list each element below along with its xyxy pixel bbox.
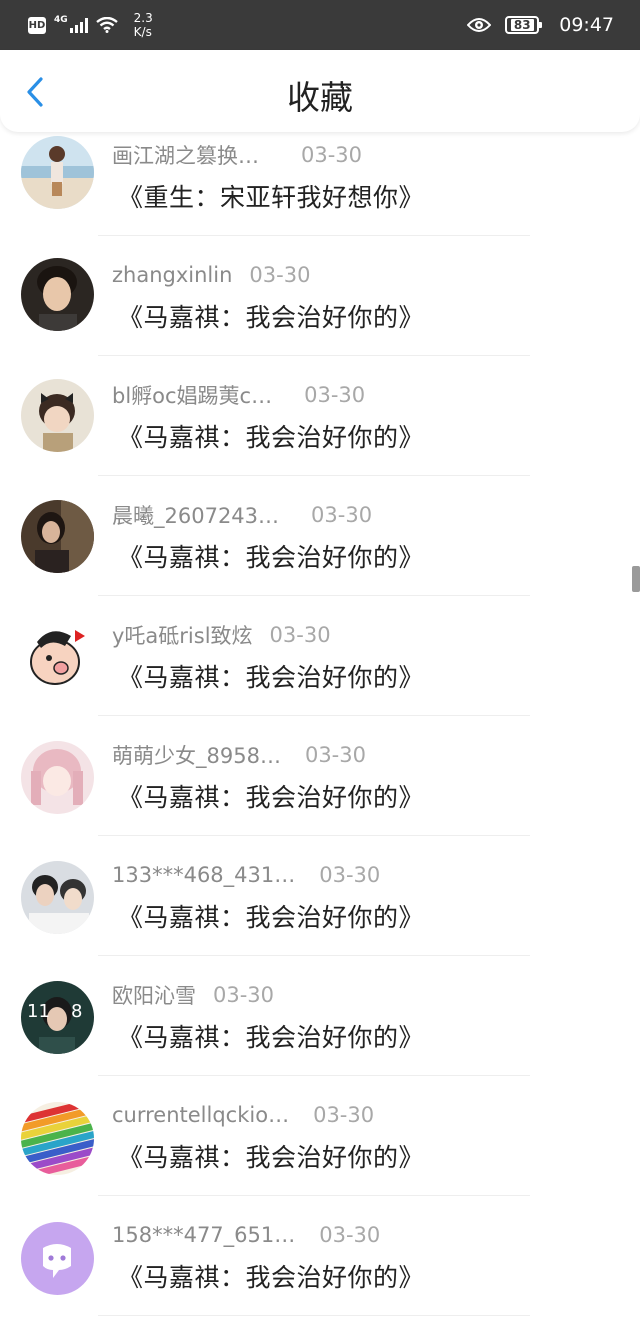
- wifi-icon: [95, 17, 118, 33]
- story-title[interactable]: 《马嘉祺：我会治好你的》: [118, 898, 424, 934]
- story-title[interactable]: 《马嘉祺：我会治好你的》: [118, 538, 424, 574]
- author-name[interactable]: bl孵oc娼踢荑c…: [112, 380, 272, 410]
- item-meta: 画江湖之篡换… 03-30: [112, 140, 362, 170]
- list-item[interactable]: 133***468_431… 03-30 《马嘉祺：我会治好你的》: [0, 852, 640, 972]
- status-bar: HD 4G 2.3 K/s 83 09:47: [0, 0, 640, 50]
- item-meta: 晨曦_2607243… 03-30: [112, 500, 372, 530]
- network-speed: 2.3 K/s: [134, 11, 153, 39]
- divider: [98, 1075, 530, 1076]
- signal-icon: [69, 17, 88, 33]
- scrollbar-thumb[interactable]: [632, 566, 640, 592]
- list-item[interactable]: 晨曦_2607243… 03-30 《马嘉祺：我会治好你的》: [0, 492, 640, 612]
- item-date: 03-30: [301, 143, 363, 167]
- item-date: 03-30: [311, 503, 373, 527]
- avatar[interactable]: [21, 741, 94, 814]
- avatar[interactable]: [21, 1102, 94, 1175]
- battery-icon: 83: [505, 16, 543, 34]
- author-name[interactable]: 158***477_651…: [112, 1223, 295, 1247]
- item-meta: 萌萌少女_8958… 03-30: [112, 740, 366, 770]
- network-type: 4G: [54, 14, 68, 25]
- item-date: 03-30: [213, 983, 275, 1007]
- avatar[interactable]: [21, 500, 94, 573]
- author-name[interactable]: 晨曦_2607243…: [112, 500, 279, 530]
- item-meta: 158***477_651… 03-30: [112, 1220, 380, 1250]
- item-meta: 欧阳沁雪 03-30: [112, 980, 274, 1010]
- avatar[interactable]: [21, 258, 94, 331]
- eye-icon: [467, 18, 492, 32]
- divider: [98, 475, 530, 476]
- status-left: HD 4G 2.3 K/s: [28, 11, 153, 39]
- divider: [98, 835, 530, 836]
- item-date: 03-30: [313, 1103, 375, 1127]
- author-name[interactable]: 欧阳沁雪: [112, 980, 196, 1010]
- list-item[interactable]: 画江湖之篡换… 03-30 《重生：宋亚轩我好想你》: [0, 132, 640, 252]
- list-item[interactable]: bl孵oc娼踢荑c… 03-30 《马嘉祺：我会治好你的》: [0, 372, 640, 492]
- divider: [98, 355, 530, 356]
- author-name[interactable]: 画江湖之篡换…: [112, 140, 259, 170]
- story-title[interactable]: 《马嘉祺：我会治好你的》: [118, 1018, 424, 1054]
- item-date: 03-30: [319, 863, 381, 887]
- item-date: 03-30: [304, 743, 366, 767]
- divider: [98, 235, 530, 236]
- list-item[interactable]: 11 8 欧阳沁雪 03-30 《马嘉祺：我会治好你的》: [0, 972, 640, 1092]
- avatar[interactable]: [21, 861, 94, 934]
- item-meta: bl孵oc娼踢荑c… 03-30: [112, 380, 365, 410]
- author-name[interactable]: currentellqckio…: [112, 1103, 289, 1127]
- divider: [98, 1315, 530, 1316]
- story-title[interactable]: 《马嘉祺：我会治好你的》: [118, 298, 424, 334]
- avatar[interactable]: [21, 1222, 94, 1295]
- story-title[interactable]: 《马嘉祺：我会治好你的》: [118, 658, 424, 694]
- story-title[interactable]: 《重生：宋亚轩我好想你》: [118, 178, 424, 214]
- story-title[interactable]: 《马嘉祺：我会治好你的》: [118, 778, 424, 814]
- avatar[interactable]: [21, 136, 94, 209]
- story-title[interactable]: 《马嘉祺：我会治好你的》: [118, 1138, 424, 1174]
- avatar[interactable]: [21, 620, 94, 693]
- list-item[interactable]: 萌萌少女_8958… 03-30 《马嘉祺：我会治好你的》: [0, 732, 640, 852]
- list-item[interactable]: y吒a砥risl致炫 03-30 《马嘉祺：我会治好你的》: [0, 612, 640, 732]
- divider: [98, 955, 530, 956]
- story-title[interactable]: 《马嘉祺：我会治好你的》: [118, 1258, 424, 1294]
- item-date: 03-30: [269, 623, 331, 647]
- header: 收藏: [0, 50, 640, 132]
- list-item[interactable]: 158***477_651… 03-30 《马嘉祺：我会治好你的》: [0, 1212, 640, 1330]
- favorites-list: 画江湖之篡换… 03-30 《重生：宋亚轩我好想你》 zhangxinlin 0…: [0, 132, 640, 1330]
- author-name[interactable]: 萌萌少女_8958…: [112, 740, 281, 770]
- story-title[interactable]: 《马嘉祺：我会治好你的》: [118, 418, 424, 454]
- hd-badge: HD: [28, 16, 46, 34]
- author-name[interactable]: zhangxinlin: [112, 263, 232, 287]
- item-meta: zhangxinlin 03-30: [112, 260, 310, 290]
- divider: [98, 1195, 530, 1196]
- status-right: 83 09:47: [467, 14, 614, 36]
- svg-text:11: 11: [27, 1001, 50, 1022]
- page-title: 收藏: [287, 78, 353, 117]
- author-name[interactable]: 133***468_431…: [112, 863, 295, 887]
- divider: [98, 595, 530, 596]
- item-date: 03-30: [249, 263, 311, 287]
- svg-text:8: 8: [71, 1001, 82, 1022]
- item-meta: currentellqckio… 03-30: [112, 1100, 374, 1130]
- battery-level: 83: [510, 19, 534, 31]
- item-date: 03-30: [304, 383, 366, 407]
- divider: [98, 715, 530, 716]
- item-meta: y吒a砥risl致炫 03-30: [112, 620, 331, 650]
- item-date: 03-30: [319, 1223, 381, 1247]
- list-item[interactable]: zhangxinlin 03-30 《马嘉祺：我会治好你的》: [0, 252, 640, 372]
- speed-value: 2.3: [133, 11, 153, 25]
- speed-unit: K/s: [133, 25, 152, 39]
- avatar[interactable]: 11 8: [21, 981, 94, 1054]
- author-name[interactable]: y吒a砥risl致炫: [112, 620, 253, 650]
- clock: 09:47: [559, 14, 614, 36]
- avatar[interactable]: [21, 379, 94, 452]
- list-item[interactable]: currentellqckio… 03-30 《马嘉祺：我会治好你的》: [0, 1092, 640, 1212]
- item-meta: 133***468_431… 03-30: [112, 860, 380, 890]
